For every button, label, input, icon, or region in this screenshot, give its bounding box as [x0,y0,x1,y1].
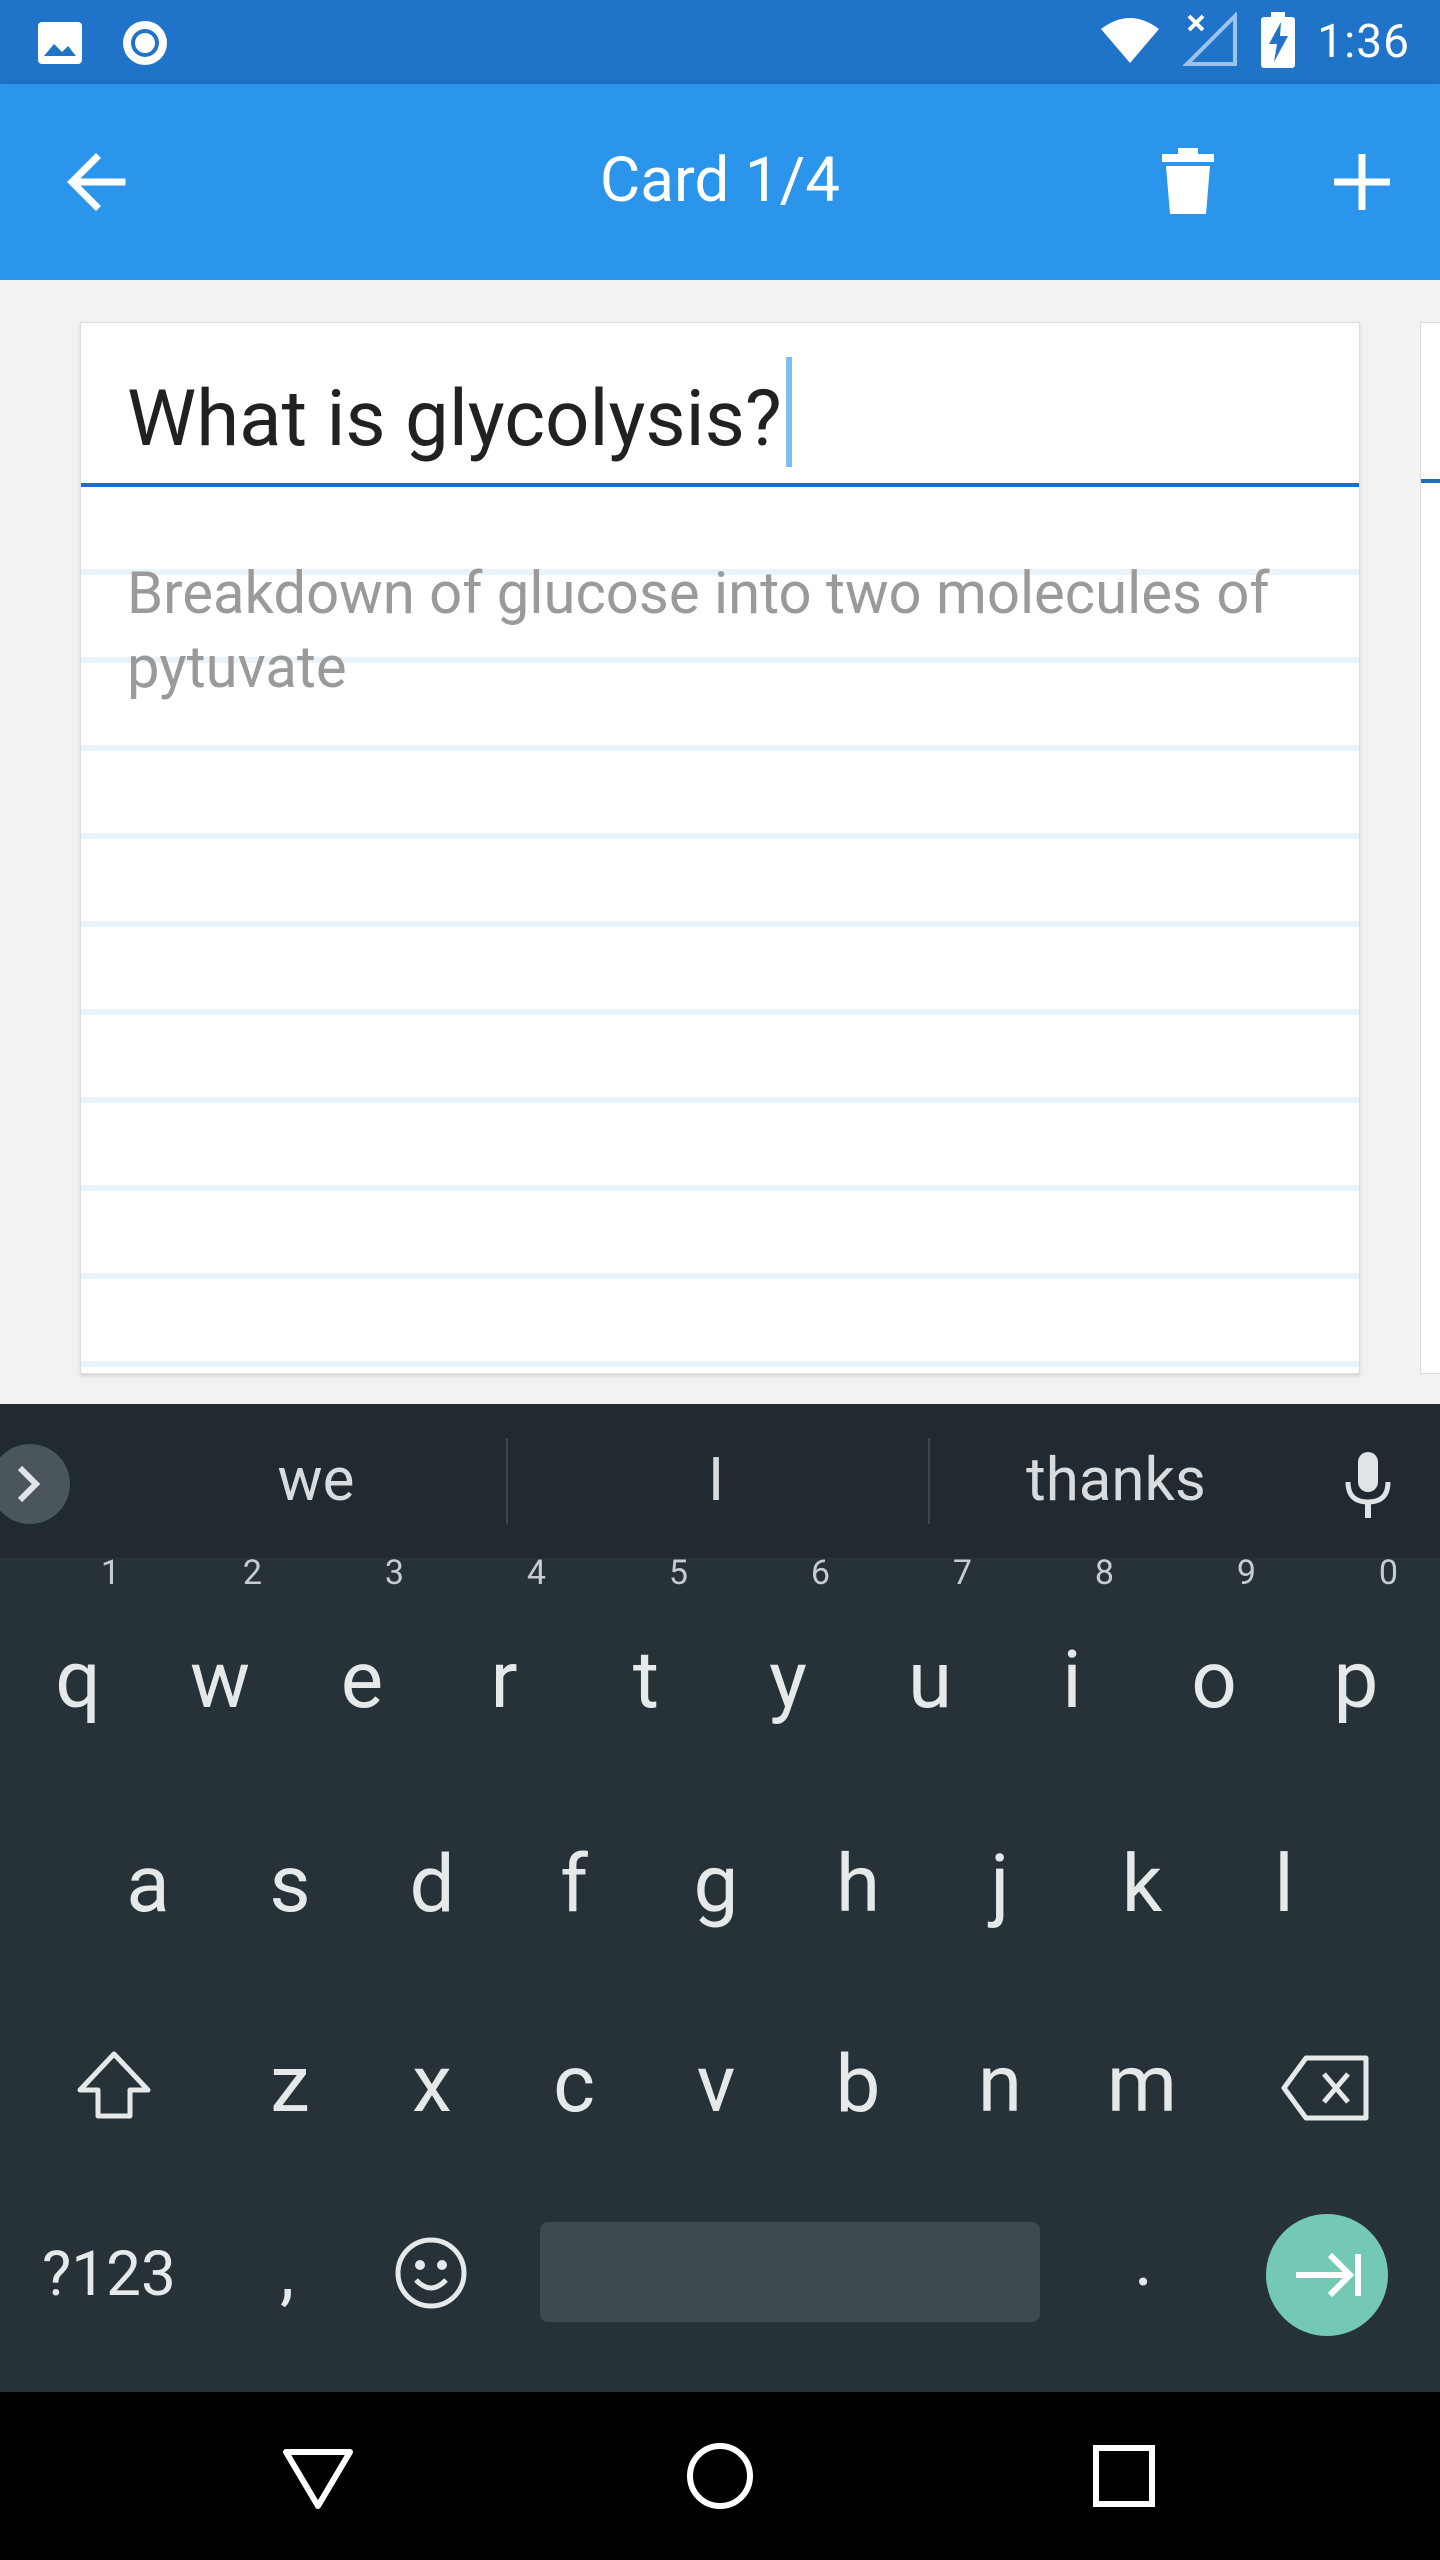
next-card-peek[interactable] [1420,322,1440,1374]
symbols-key[interactable]: ?123 [42,2238,176,2311]
key-y[interactable]: y6 [728,1556,848,1780]
question-text: What is glycolysis? [127,374,782,465]
battery-charging-icon [1261,12,1296,72]
key-q[interactable]: q1 [18,1556,138,1780]
flashcard: What is glycolysis? Breakdown of glucose… [80,322,1360,1374]
home-circle-icon[interactable] [682,2438,758,2514]
microphone-icon[interactable] [1340,1450,1396,1522]
key-r[interactable]: r4 [444,1556,564,1780]
record-icon [120,18,170,72]
signal-off-icon [1182,11,1239,72]
key-h[interactable]: h [798,1804,918,1984]
shift-icon[interactable] [54,2004,174,2184]
next-field-button[interactable] [1266,2214,1388,2336]
key-t[interactable]: t5 [586,1556,706,1780]
expand-toolbar-button[interactable] [0,1444,70,1524]
key-z[interactable]: z [230,2004,350,2184]
suggestion-2[interactable]: I [600,1444,832,1515]
key-u[interactable]: u7 [870,1556,990,1780]
key-d[interactable]: d [372,1804,492,1984]
key-o[interactable]: o9 [1154,1556,1274,1780]
key-x[interactable]: x [372,2004,492,2184]
app-bar: Card 1/4 [0,84,1440,280]
key-g[interactable]: g [656,1804,776,1984]
emoji-icon[interactable] [394,2236,468,2326]
space-bar[interactable] [540,2222,1040,2322]
key-c[interactable]: c [514,2004,634,2184]
card-pager: What is glycolysis? Breakdown of glucose… [0,280,1440,1404]
trash-icon[interactable] [1160,148,1216,214]
key-e[interactable]: e3 [302,1556,422,1780]
comma-key[interactable]: , [280,2230,294,2315]
key-w[interactable]: w2 [160,1556,280,1780]
period-key[interactable]: . [1134,2218,1153,2303]
key-s[interactable]: s [230,1804,350,1984]
answer-text: Breakdown of glucose into two molecules … [127,560,1270,702]
wifi-icon [1099,15,1161,69]
back-triangle-icon[interactable] [280,2438,356,2514]
soft-keyboard: we I thanks q1 w2 e3 r4 t5 y6 u7 i8 o9 p… [0,1404,1440,2392]
key-p[interactable]: p0 [1296,1556,1416,1780]
page-title: Card 1/4 [599,144,841,217]
key-l[interactable]: l [1224,1804,1344,1984]
navigation-bar [0,2392,1440,2560]
key-a[interactable]: a [88,1804,208,1984]
key-n[interactable]: n [940,2004,1060,2184]
text-cursor [785,357,792,467]
key-m[interactable]: m [1082,2004,1202,2184]
key-i[interactable]: i8 [1012,1556,1132,1780]
key-k[interactable]: k [1082,1804,1202,1984]
recents-square-icon[interactable] [1086,2438,1162,2514]
key-v[interactable]: v [656,2004,776,2184]
plus-icon[interactable] [1328,148,1396,216]
status-bar: 1:36 [0,0,1440,84]
image-icon [36,20,84,70]
backspace-icon[interactable] [1266,2004,1386,2184]
clock: 1:36 [1317,15,1410,69]
key-j[interactable]: j [940,1804,1060,1984]
suggestion-strip: we I thanks [0,1404,1440,1558]
key-f[interactable]: f [514,1804,634,1984]
suggestion-1[interactable]: we [200,1444,432,1515]
question-field[interactable]: What is glycolysis? [81,323,1359,487]
answer-field[interactable]: Breakdown of glucose into two molecules … [81,487,1359,1373]
suggestion-3[interactable]: thanks [1000,1444,1232,1515]
key-b[interactable]: b [798,2004,918,2184]
